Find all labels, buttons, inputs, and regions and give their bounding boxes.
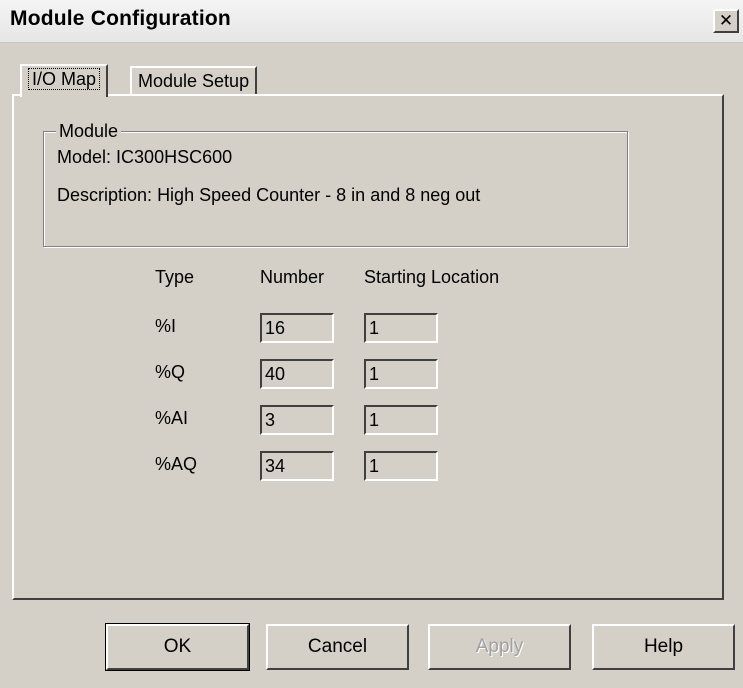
model-label: Model: [57, 147, 112, 167]
module-groupbox: Module Model: IC300HSC600 Description: H… [43, 120, 628, 247]
tab-io-map[interactable]: I/O Map [20, 64, 109, 97]
number-field-q[interactable] [260, 359, 334, 389]
tab-panel-io-map: Module Model: IC300HSC600 Description: H… [12, 94, 724, 600]
help-button[interactable]: Help [592, 624, 735, 670]
model-row: Model: IC300HSC600 [57, 146, 232, 168]
start-field-ai[interactable] [364, 405, 438, 435]
header-type: Type [155, 267, 195, 287]
model-value: IC300HSC600 [116, 147, 233, 167]
number-field-ai[interactable] [260, 405, 334, 435]
window-title: Module Configuration [10, 7, 231, 30]
title-bar: Module Configuration ✕ [0, 0, 743, 43]
header-number: Number [260, 267, 325, 287]
apply-button[interactable]: Apply [428, 624, 571, 670]
description-value: High Speed Counter - 8 in and 8 neg out [157, 185, 481, 205]
description-label: Description: [57, 185, 153, 205]
type-label-ai: %AI [155, 408, 189, 428]
start-field-aq[interactable] [364, 451, 438, 481]
tab-module-setup[interactable]: Module Setup [130, 66, 258, 96]
ok-button[interactable]: OK [105, 623, 250, 671]
tab-module-setup-label: Module Setup [138, 71, 250, 91]
close-button[interactable]: ✕ [713, 9, 739, 33]
type-label-aq: %AQ [155, 454, 198, 474]
cancel-button[interactable]: Cancel [266, 624, 409, 670]
tab-io-map-label: I/O Map [28, 68, 101, 90]
description-row: Description: High Speed Counter - 8 in a… [57, 184, 480, 206]
header-starting-location: Starting Location [364, 267, 500, 287]
number-field-i[interactable] [260, 313, 334, 343]
number-field-aq[interactable] [260, 451, 334, 481]
type-label-q: %Q [155, 362, 186, 382]
close-icon: ✕ [718, 11, 734, 30]
start-field-i[interactable] [364, 313, 438, 343]
start-field-q[interactable] [364, 359, 438, 389]
type-label-i: %I [155, 316, 177, 336]
module-group-legend: Module [56, 120, 122, 142]
